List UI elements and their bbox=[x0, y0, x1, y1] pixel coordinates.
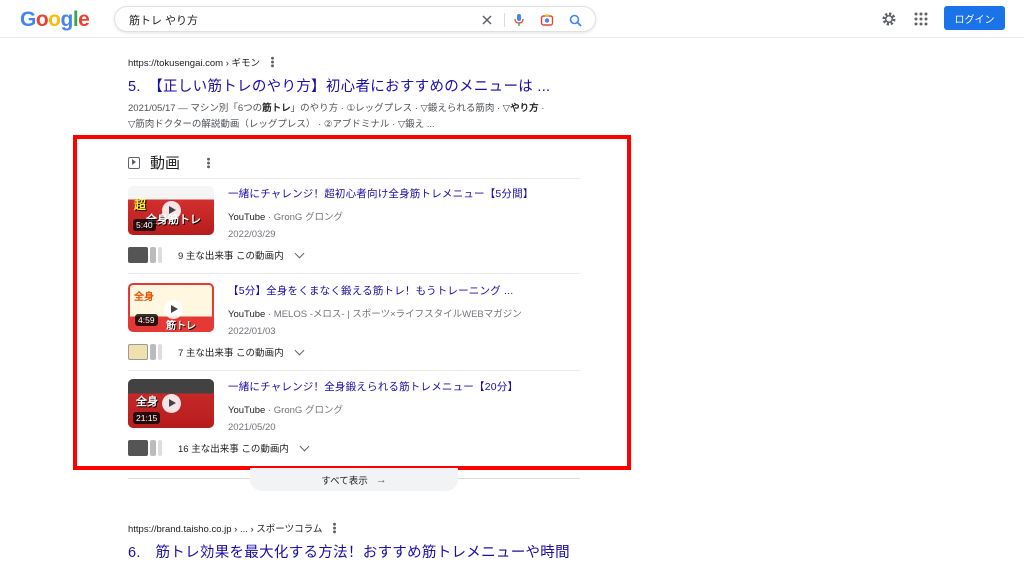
video-thumbnail[interactable]: 全身 筋トレ 4:59 bbox=[128, 283, 214, 332]
microphone-icon[interactable] bbox=[511, 12, 527, 28]
video-platform: YouTube bbox=[228, 405, 266, 416]
more-options-icon[interactable]: ••• bbox=[328, 522, 340, 534]
search-result: https://brand.taisho.co.jp › ... › スポーツコ… bbox=[128, 521, 570, 562]
google-logo[interactable]: Google bbox=[20, 8, 90, 32]
snippet-bold: やり方 bbox=[510, 103, 539, 114]
video-panel-header: 動画 ••• bbox=[128, 152, 214, 173]
logo-letter: G bbox=[20, 8, 36, 31]
result-url-row: https://tokusengai.com › ギモン ••• bbox=[128, 55, 568, 69]
key-moments-toggle[interactable]: 9 主な出来事 この動画内 bbox=[128, 247, 305, 263]
video-source: YouTube · GronG グロング bbox=[228, 405, 343, 416]
show-all-label: すべて表示 bbox=[321, 475, 368, 487]
header: Google ログイン bbox=[0, 0, 1024, 38]
play-icon bbox=[162, 201, 181, 220]
video-channel: GronG グロング bbox=[273, 212, 343, 223]
video-title-link[interactable]: 一緒にチャレンジ！超初心者向け全身筋トレメニュー【5分間】 bbox=[228, 186, 578, 201]
result-url-row: https://brand.taisho.co.jp › ... › スポーツコ… bbox=[128, 521, 568, 535]
result-url[interactable]: https://brand.taisho.co.jp › ... › スポーツコ… bbox=[128, 521, 322, 535]
search-divider bbox=[504, 13, 505, 27]
chevron-down-icon bbox=[294, 345, 305, 355]
result-url[interactable]: https://tokusengai.com › ギモン bbox=[128, 55, 260, 69]
google-lens-icon[interactable] bbox=[539, 12, 555, 28]
key-moments-label: 9 主な出来事 この動画内 bbox=[178, 251, 284, 262]
settings-gear-icon[interactable] bbox=[880, 10, 898, 28]
play-icon bbox=[162, 394, 181, 413]
video-title-link[interactable]: 一緒にチャレンジ！全身鍛えられる筋トレメニュー【20分】 bbox=[228, 379, 578, 394]
more-options-icon[interactable]: ••• bbox=[202, 157, 214, 169]
video-duration: 4:59 bbox=[135, 314, 158, 326]
logo-letter: g bbox=[60, 8, 74, 31]
key-moments-thumbnails bbox=[128, 247, 166, 263]
key-moments-thumbnails bbox=[128, 344, 166, 360]
logo-letter: o bbox=[48, 8, 61, 31]
chevron-down-icon bbox=[299, 441, 310, 451]
video-duration: 21:15 bbox=[133, 412, 161, 424]
key-moments-label: 16 主な出来事 この動画内 bbox=[178, 444, 289, 455]
result-title-link[interactable]: 6. 筋トレ効果を最大化する方法！おすすめ筋トレメニューや時間 bbox=[128, 541, 570, 562]
key-moments-toggle[interactable]: 16 主な出来事 この動画内 bbox=[128, 440, 310, 456]
thumbnail-art: 全身 bbox=[136, 396, 158, 408]
video-title-link[interactable]: 【5分】全身をくまなく鍛える筋トレ！もうトレーニング ... bbox=[228, 283, 578, 298]
apps-grid-icon[interactable] bbox=[912, 10, 930, 28]
thumbnail-art: 筋トレ bbox=[166, 321, 196, 332]
video-panel-title: 動画 bbox=[150, 155, 181, 172]
video-duration: 5:40 bbox=[133, 219, 156, 231]
clear-icon[interactable] bbox=[479, 12, 495, 28]
video-platform: YouTube bbox=[228, 309, 266, 320]
video-date: 2021/05/20 bbox=[228, 422, 276, 433]
video-platform: YouTube bbox=[228, 212, 266, 223]
more-options-icon[interactable]: ••• bbox=[266, 56, 278, 68]
snippet-text: 2021/05/17 — マシン別「6つの bbox=[128, 103, 263, 114]
divider bbox=[128, 370, 580, 371]
thumbnail-art: 全身 bbox=[134, 292, 154, 303]
divider bbox=[128, 273, 580, 274]
video-info: 一緒にチャレンジ！全身鍛えられる筋トレメニュー【20分】 YouTube · G… bbox=[228, 379, 578, 433]
snippet-text: 」のやり方 · ①レッグプレス · ▽鍛えられる筋肉 · ▽ bbox=[290, 103, 511, 114]
divider bbox=[128, 178, 580, 179]
logo-letter: o bbox=[35, 8, 49, 31]
video-date: 2022/01/03 bbox=[228, 326, 276, 337]
video-info: 一緒にチャレンジ！超初心者向け全身筋トレメニュー【5分間】 YouTube · … bbox=[228, 186, 578, 240]
search-result: https://tokusengai.com › ギモン ••• 5. 【正しい… bbox=[128, 55, 568, 133]
show-all-button[interactable]: すべて表示 → bbox=[250, 468, 458, 491]
play-icon bbox=[164, 300, 183, 319]
key-moments-thumbnails bbox=[128, 440, 166, 456]
login-button[interactable]: ログイン bbox=[944, 6, 1005, 30]
chevron-down-icon bbox=[294, 248, 305, 258]
search-box bbox=[114, 6, 596, 32]
video-date: 2022/03/29 bbox=[228, 229, 276, 240]
search-icon[interactable] bbox=[567, 12, 583, 28]
result-snippet: 2021/05/17 — マシン別「6つの筋トレ」のやり方 · ①レッグプレス … bbox=[128, 101, 553, 133]
thumbnail-art: 超 bbox=[134, 198, 147, 212]
search-input[interactable] bbox=[129, 11, 469, 28]
video-icon bbox=[128, 156, 140, 169]
video-info: 【5分】全身をくまなく鍛える筋トレ！もうトレーニング ... YouTube ·… bbox=[228, 283, 578, 337]
video-source: YouTube · GronG グロング bbox=[228, 212, 343, 223]
arrow-right-icon: → bbox=[375, 473, 387, 486]
snippet-bold: 筋トレ bbox=[262, 103, 291, 114]
video-channel: MELOS -メロス- | スポーツ×ライフスタイルWEBマガジン bbox=[273, 309, 522, 320]
video-thumbnail[interactable]: 超 全身筋トレ 5:40 bbox=[128, 186, 214, 235]
video-source: YouTube · MELOS -メロス- | スポーツ×ライフスタイルWEBマ… bbox=[228, 309, 522, 320]
key-moments-label: 7 主な出来事 この動画内 bbox=[178, 348, 284, 359]
result-title-link[interactable]: 5. 【正しい筋トレのやり方】初心者におすすめのメニューは ... bbox=[128, 75, 568, 96]
logo-letter: e bbox=[78, 8, 90, 31]
key-moments-toggle[interactable]: 7 主な出来事 この動画内 bbox=[128, 344, 305, 360]
video-thumbnail[interactable]: 全身 21:15 bbox=[128, 379, 214, 428]
video-channel: GronG グロング bbox=[273, 405, 343, 416]
